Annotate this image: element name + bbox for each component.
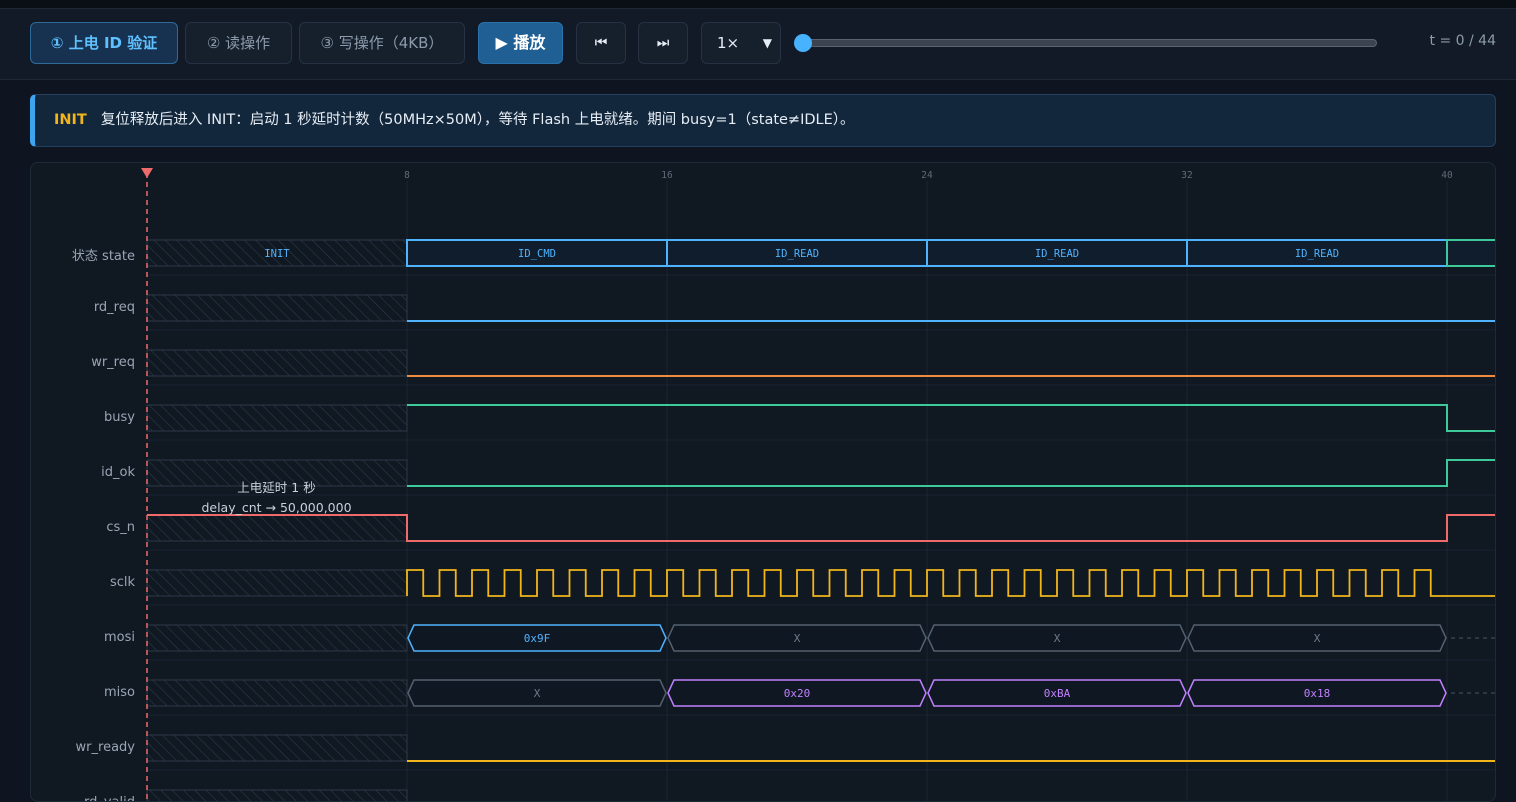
cursor-marker-icon [141, 168, 153, 178]
shaded-region [146, 624, 408, 652]
miso-value: 0x20 [784, 687, 811, 700]
signal-label: 状态 state [71, 249, 135, 264]
time-counter: t = 0 / 44 [1429, 33, 1497, 49]
signal-label: id_ok [101, 465, 135, 480]
signal-label: rd_req [93, 300, 135, 315]
sclk-wave [406, 569, 1495, 597]
description-text: 复位释放后进入 INIT：启动 1 秒延时计数（50MHz×50M），等待 Fl… [100, 112, 855, 128]
init-overlay-line1: 上电延时 1 秒 [237, 480, 316, 495]
shaded-region [146, 789, 408, 801]
rewind-icon: ⏮ [594, 35, 608, 51]
tab-power-on-id[interactable]: ① 上电 ID 验证 [30, 22, 178, 64]
tick-label-16: 16 [661, 170, 673, 181]
init-overlay-line2: delay_cnt → 50,000,000 [201, 500, 352, 515]
signal-label: mosi [103, 630, 135, 645]
timeline-slider[interactable] [800, 39, 1377, 47]
signal-label: rd_valid [31, 795, 135, 801]
signal-label: busy [104, 410, 135, 425]
tick-label-32: 32 [1181, 170, 1192, 181]
state-label: ID_READ [775, 248, 819, 260]
signal-label: miso [103, 685, 135, 700]
id_ok-wave [407, 459, 1495, 487]
step-forward-button[interactable]: ⏭ [638, 22, 688, 64]
waveform-panel: 8 16 24 32 40 INIT ID_CMD ID_READ ID_READ ID_READ… [30, 162, 1496, 802]
speed-value: 1× [717, 34, 740, 52]
state-tag: INIT [54, 112, 87, 128]
shaded-region [146, 569, 408, 597]
signal-label: cs_n [106, 520, 135, 535]
tab-read[interactable]: ② 读操作 [185, 22, 292, 64]
rewind-button[interactable]: ⏮ [576, 22, 626, 64]
miso-value: 0x18 [1304, 687, 1331, 700]
mosi-value: X [794, 632, 801, 645]
window-top-strip [0, 0, 1516, 9]
tick-label-8: 8 [404, 170, 410, 181]
mosi-value: 0x9F [524, 632, 551, 645]
play-button[interactable]: ▶ 播放 [478, 22, 563, 64]
shaded-region [146, 294, 408, 322]
state-label: ID_READ [1035, 248, 1079, 260]
miso-value: X [534, 687, 541, 700]
state-segment [1446, 239, 1495, 267]
state-label: ID_READ [1295, 248, 1339, 260]
shaded-region [146, 349, 408, 377]
state-label-init: INIT [264, 248, 290, 260]
speed-select[interactable]: 1× ▼ [701, 22, 781, 64]
shaded-region [146, 679, 408, 707]
shaded-region [146, 404, 408, 432]
shaded-region [146, 514, 408, 542]
miso-value: 0xBA [1044, 687, 1071, 700]
timeline-slider-thumb[interactable] [794, 34, 812, 52]
step-description: INIT 复位释放后进入 INIT：启动 1 秒延时计数（50MHz×50M），等… [30, 94, 1496, 147]
tick-label-24: 24 [921, 170, 933, 181]
tab-write[interactable]: ③ 写操作（4KB） [299, 22, 465, 64]
chevron-down-icon: ▼ [762, 36, 772, 50]
state-label: ID_CMD [518, 248, 556, 260]
step-forward-icon: ⏭ [656, 35, 670, 51]
signal-label: sclk [109, 575, 135, 590]
toolbar: ① 上电 ID 验证 ② 读操作 ③ 写操作（4KB） ▶ 播放 ⏮ ⏭ 1× … [0, 9, 1516, 80]
busy-wave [407, 404, 1495, 432]
mosi-value: X [1054, 632, 1061, 645]
signal-label: wr_req [91, 355, 135, 370]
tick-label-40: 40 [1441, 170, 1453, 181]
mosi-value: X [1314, 632, 1321, 645]
signal-label: wr_ready [75, 740, 135, 755]
shaded-region [146, 734, 408, 762]
